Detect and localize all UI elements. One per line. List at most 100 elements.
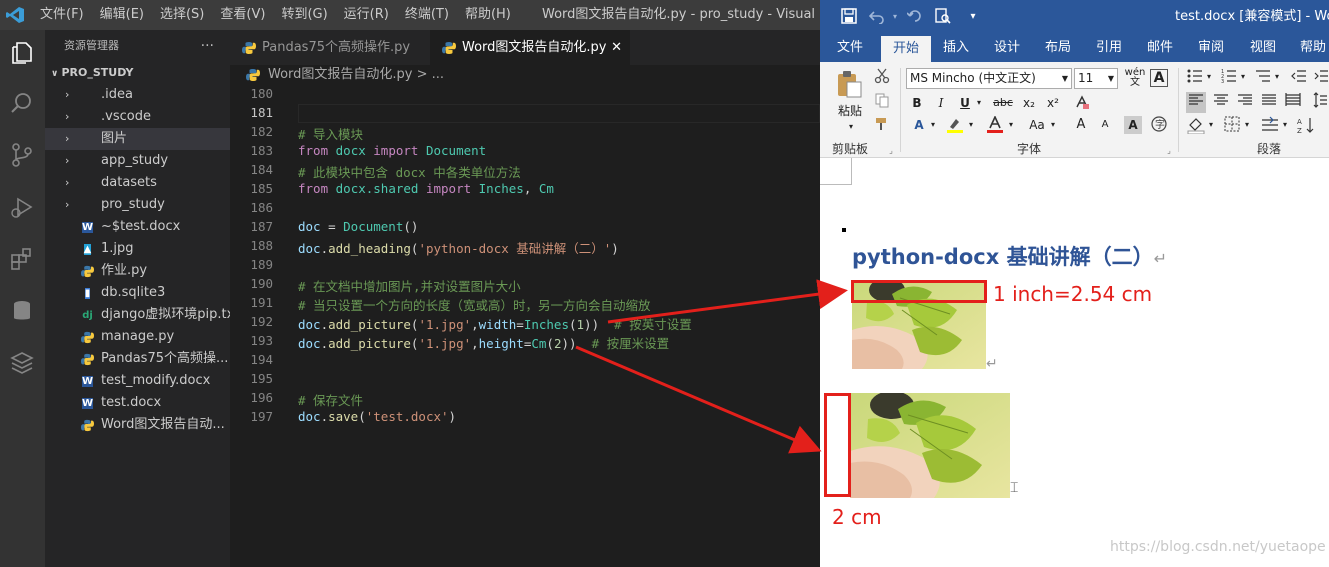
file-item[interactable]: ▮ db.sqlite3 [45, 282, 230, 304]
copy-icon[interactable] [872, 92, 892, 113]
justify-icon[interactable] [1260, 92, 1278, 113]
menu-item[interactable]: 运行(R) [344, 0, 397, 30]
text-effects-icon[interactable]: A [910, 116, 928, 134]
folder-item[interactable]: › .vscode [45, 106, 230, 128]
chinese-layout-icon[interactable] [1260, 116, 1280, 137]
shading-icon[interactable] [1186, 116, 1206, 139]
folder-item[interactable]: › pro_study [45, 194, 230, 216]
code-editor[interactable]: 180 181 182 # 导入模块 183 from docx import Docum… [230, 85, 820, 567]
menu-item[interactable]: 查看(V) [220, 0, 273, 30]
borders-icon[interactable] [1222, 116, 1242, 137]
file-item[interactable]: W ~$test.docx [45, 216, 230, 238]
chinese-layout-dropdown-icon[interactable]: ▾ [1280, 116, 1290, 134]
highlight-icon[interactable] [944, 116, 966, 139]
numbering-dropdown-icon[interactable]: ▾ [1238, 68, 1248, 86]
word-tab[interactable]: 开始 [881, 36, 932, 62]
file-item[interactable]: dj django虚拟环境pip.txt [45, 304, 230, 326]
font-color-dropdown-icon[interactable]: ▾ [1006, 116, 1016, 134]
folder-item[interactable]: › datasets [45, 172, 230, 194]
menu-item[interactable]: 终端(T) [405, 0, 457, 30]
clear-formatting-icon[interactable] [1072, 94, 1092, 115]
multilevel-dropdown-icon[interactable]: ▾ [1272, 68, 1282, 86]
align-right-icon[interactable] [1236, 92, 1254, 113]
bullets-dropdown-icon[interactable]: ▾ [1204, 68, 1214, 86]
print-preview-icon[interactable] [934, 8, 952, 26]
distributed-icon[interactable] [1284, 92, 1302, 113]
character-border-icon[interactable]: A [1150, 69, 1168, 87]
vscode-logo-icon[interactable] [6, 7, 24, 23]
document-heading[interactable]: python-docx 基础讲解（二）↵ [852, 241, 1167, 271]
superscript-button[interactable]: x² [1044, 94, 1062, 112]
italic-button[interactable]: I [934, 94, 948, 112]
document-page[interactable]: python-docx 基础讲解（二）↵ ↵ ⌶ https://blog.cs… [820, 158, 1329, 567]
menu-item[interactable]: 编辑(E) [100, 0, 152, 30]
word-tab[interactable]: 布局 [1045, 34, 1071, 62]
redo-icon[interactable] [906, 8, 924, 26]
sort-icon[interactable]: AZ [1296, 116, 1316, 139]
file-item[interactable]: manage.py [45, 326, 230, 348]
word-tab[interactable]: 引用 [1096, 34, 1122, 62]
file-item[interactable]: Word图文报告自动... [45, 414, 230, 436]
save-icon[interactable] [840, 8, 858, 26]
menu-item[interactable]: 文件(F) [40, 0, 92, 30]
docker-icon[interactable] [9, 350, 35, 376]
strikethrough-button[interactable]: abc [990, 94, 1016, 112]
tab-pandas[interactable]: Pandas75个高频操作.py [230, 30, 430, 65]
decrease-indent-icon[interactable] [1290, 68, 1308, 89]
highlight-dropdown-icon[interactable]: ▾ [966, 116, 976, 134]
undo-dropdown-icon[interactable]: ▾ [886, 8, 904, 26]
text-effects-dropdown-icon[interactable]: ▾ [928, 116, 938, 134]
tab-word-report[interactable]: Word图文报告自动化.py ✕ [430, 30, 630, 65]
font-color-icon[interactable] [986, 115, 1004, 139]
close-tab-icon[interactable]: ✕ [611, 30, 622, 65]
database-icon[interactable] [9, 298, 35, 324]
file-item[interactable]: Pandas75个高频操... [45, 348, 230, 370]
shrink-font-button[interactable]: A [1096, 116, 1114, 134]
file-item[interactable]: Wtest.docx [45, 392, 230, 414]
folder-item[interactable]: › .idea [45, 84, 230, 106]
menu-item[interactable]: 帮助(H) [465, 0, 519, 30]
align-left-icon[interactable] [1186, 92, 1206, 113]
format-painter-icon[interactable] [872, 116, 892, 137]
source-control-icon[interactable] [9, 142, 35, 168]
borders-dropdown-icon[interactable]: ▾ [1242, 116, 1252, 134]
increase-indent-icon[interactable] [1314, 68, 1328, 89]
change-case-dropdown-icon[interactable]: ▾ [1048, 116, 1058, 134]
word-tab[interactable]: 视图 [1250, 34, 1276, 62]
subscript-button[interactable]: x₂ [1020, 94, 1038, 112]
picture-2-cm[interactable] [850, 393, 1010, 498]
bullets-icon[interactable] [1186, 68, 1204, 89]
menu-item[interactable]: 转到(G) [281, 0, 335, 30]
file-item[interactable]: 作业.py [45, 260, 230, 282]
grow-font-button[interactable]: A [1072, 116, 1090, 134]
underline-button[interactable]: U [958, 94, 972, 112]
breadcrumb[interactable]: Word图文报告自动化.py > ... [230, 65, 820, 85]
bold-button[interactable]: B [910, 94, 924, 112]
multilevel-list-icon[interactable] [1254, 68, 1272, 89]
menu-item[interactable]: 选择(S) [160, 0, 212, 30]
numbering-icon[interactable]: 123 [1220, 68, 1238, 89]
cut-icon[interactable] [872, 68, 892, 89]
word-tab[interactable]: 插入 [943, 34, 969, 62]
folder-item[interactable]: › 图片 [45, 128, 230, 150]
shading-dropdown-icon[interactable]: ▾ [1206, 116, 1216, 134]
folder-item[interactable]: › app_study [45, 150, 230, 172]
undo-icon[interactable] [868, 8, 886, 26]
file-item[interactable]: Wtest_modify.docx [45, 370, 230, 392]
word-tab[interactable]: 帮助 [1300, 34, 1326, 62]
line-spacing-icon[interactable] [1312, 92, 1328, 113]
phonetic-guide-icon[interactable]: wén 文 [1124, 68, 1146, 88]
change-case-button[interactable]: Aa [1024, 116, 1050, 134]
more-actions-button[interactable]: ··· [201, 30, 214, 62]
paste-dropdown-icon[interactable]: ▾ [842, 118, 860, 136]
character-shading-icon[interactable]: A [1124, 116, 1142, 134]
word-tab[interactable]: 审阅 [1198, 34, 1224, 62]
font-size-select[interactable]: 11 ▼ [1074, 68, 1118, 89]
align-center-icon[interactable] [1212, 92, 1230, 113]
word-tab[interactable]: 设计 [994, 34, 1020, 62]
extensions-icon[interactable] [9, 246, 35, 272]
project-root[interactable]: ∨ PRO_STUDY [45, 62, 230, 84]
customize-toolbar-icon[interactable]: ▾ [964, 8, 982, 26]
file-item[interactable]: ▲ 1.jpg [45, 238, 230, 260]
search-icon[interactable] [9, 90, 35, 116]
